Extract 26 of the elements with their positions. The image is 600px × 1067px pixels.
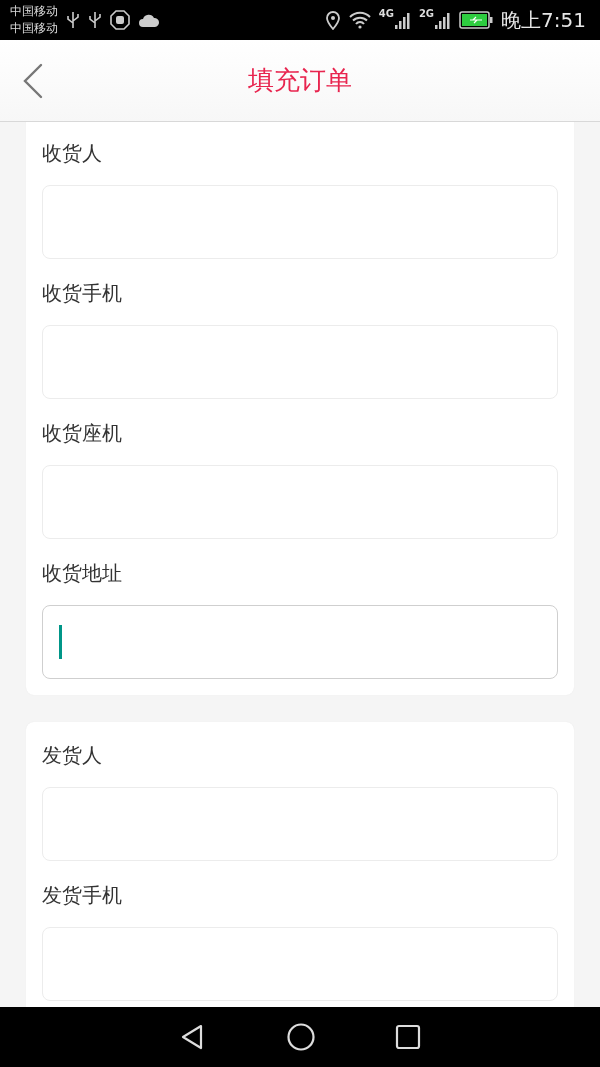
text-cursor	[59, 625, 62, 659]
field-label: 收货地址	[42, 560, 122, 587]
field-label: 收货手机	[42, 280, 122, 307]
field-label: 发货人	[42, 742, 102, 769]
signal-icon	[435, 11, 452, 29]
network-type: 2G	[418, 8, 435, 19]
signal-icon	[394, 11, 411, 29]
recents-square-icon[interactable]	[394, 1024, 421, 1050]
back-button[interactable]	[22, 63, 44, 99]
chevron-left-icon	[22, 63, 44, 99]
usb-icon	[88, 11, 102, 29]
battery-icon	[459, 11, 494, 29]
field-label: 收货座机	[42, 420, 122, 447]
cloud-icon	[138, 12, 160, 28]
page-title: 填充订单	[248, 64, 352, 97]
wifi-icon	[348, 11, 371, 29]
field-label: 收货人	[42, 140, 102, 167]
field-label: 发货手机	[42, 882, 122, 909]
network-type: 4G	[378, 8, 394, 19]
home-circle-icon[interactable]	[286, 1022, 316, 1052]
location-icon	[324, 10, 341, 30]
carrier-name: 中国移动	[10, 20, 58, 37]
clock: 晚上7:51	[501, 6, 586, 34]
usb-icon	[66, 11, 80, 29]
input-field[interactable]	[42, 605, 558, 679]
carrier-name: 中国移动	[10, 3, 58, 20]
